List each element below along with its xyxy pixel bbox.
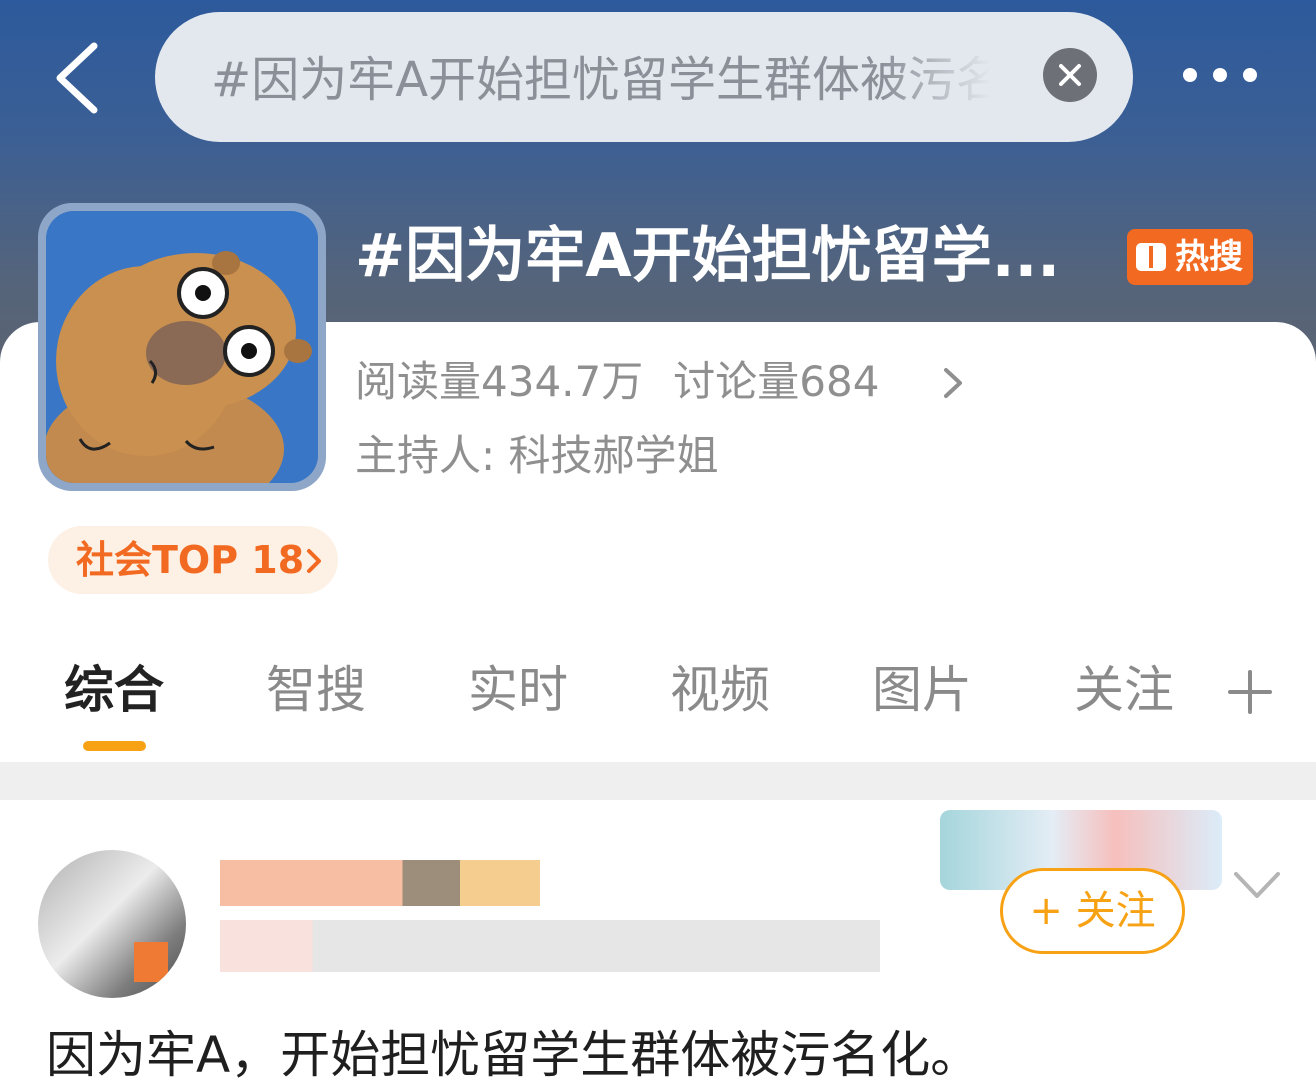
read-count: 阅读量434.7万 (355, 357, 644, 406)
hot-search-badge[interactable]: 热搜 (1127, 229, 1253, 285)
rank-label: 社会TOP 18 (76, 538, 305, 582)
host-label: 主持人: (355, 431, 496, 480)
topic-avatar[interactable] (38, 203, 326, 491)
topic-title: #因为牢A开始担忧留学... (355, 221, 1061, 291)
post-meta-redacted (220, 920, 880, 972)
tab-following[interactable]: 关注 (1074, 650, 1174, 730)
chevron-right-icon[interactable] (940, 366, 966, 400)
tab-bar: 综合 智搜 实时 视频 图片 关注 (0, 650, 1316, 760)
topic-stats[interactable]: 阅读量434.7万 讨论量684 (355, 352, 879, 412)
more-horizontal-icon[interactable] (1178, 60, 1262, 90)
capybara-avatar-image (46, 211, 318, 483)
chevron-left-icon[interactable] (46, 38, 116, 118)
rank-badge[interactable]: 社会TOP 18 (48, 526, 338, 594)
tab-images[interactable]: 图片 (872, 650, 972, 730)
active-tab-indicator (83, 741, 146, 751)
topic-host: 主持人: 科技郝学姐 (355, 426, 719, 486)
section-divider (0, 762, 1316, 800)
post-author-avatar[interactable] (38, 850, 186, 998)
post-body-text[interactable]: 因为牢A，开始担忧留学生群体被污名化。 (46, 1022, 1276, 1088)
tab-smart-search[interactable]: 智搜 (266, 650, 366, 730)
discussion-count: 讨论量684 (673, 357, 880, 406)
host-name[interactable]: 科技郝学姐 (509, 431, 719, 480)
clear-search-button[interactable] (1043, 48, 1097, 102)
hot-search-icon (1136, 243, 1166, 271)
tab-comprehensive[interactable]: 综合 (64, 650, 164, 730)
post-author-name-redacted[interactable] (220, 860, 540, 906)
close-icon (1059, 64, 1081, 86)
search-query-text[interactable]: #因为牢A开始担忧留学生群体被污名化# (211, 50, 991, 110)
chevron-right-icon (307, 549, 321, 573)
follow-button[interactable]: + 关注 (1000, 868, 1185, 954)
plus-icon[interactable] (1226, 668, 1274, 716)
chevron-down-icon[interactable] (1232, 868, 1282, 902)
search-bar[interactable]: #因为牢A开始担忧留学生群体被污名化# (155, 12, 1133, 142)
hot-search-label: 热搜 (1175, 237, 1243, 277)
tab-realtime[interactable]: 实时 (468, 650, 568, 730)
tab-video[interactable]: 视频 (670, 650, 770, 730)
